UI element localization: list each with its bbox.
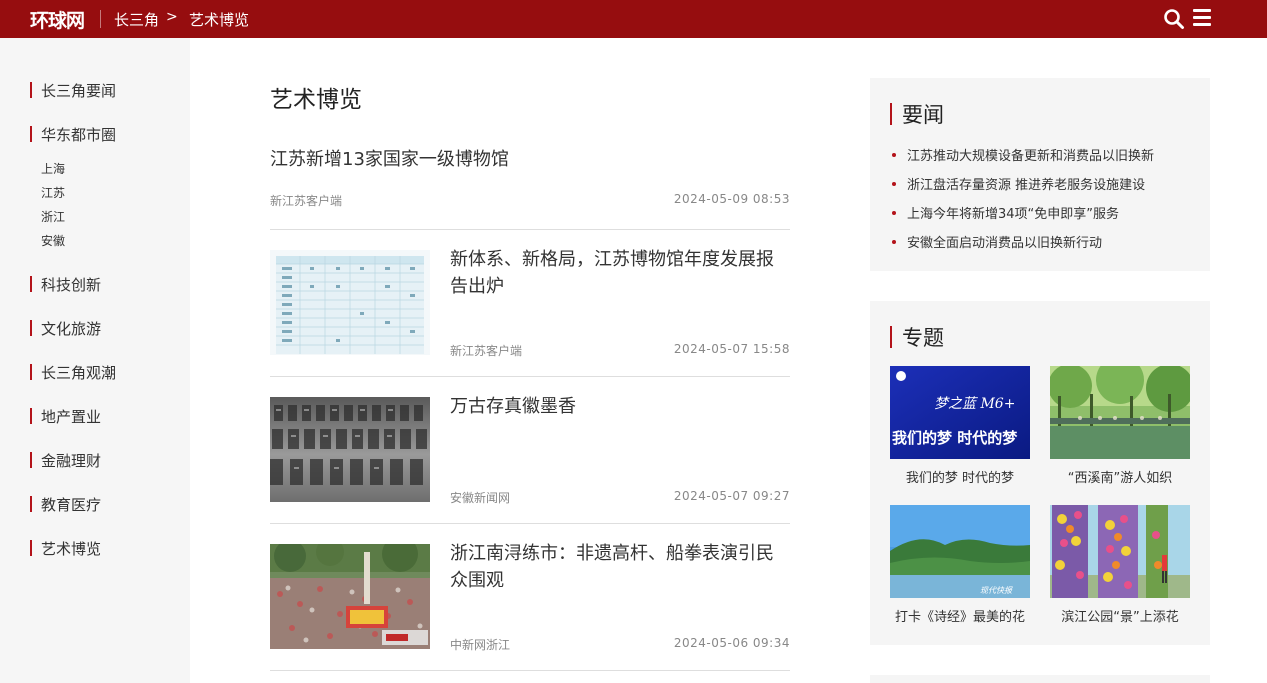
article-title[interactable]: 浙江南浔练市：非遗高杆、船拳表演引民众围观: [450, 540, 790, 594]
divider: [270, 376, 790, 377]
article-thumbnail[interactable]: [270, 250, 430, 355]
article-source: 新江苏客户端: [450, 344, 523, 358]
topic-image-text: 现代快报: [980, 586, 1013, 595]
nav-label: 长三角观潮: [41, 363, 117, 382]
top-news-item[interactable]: 浙江盘活存量资源 推进养老服务设施建设: [892, 174, 1145, 193]
article-date: 2024-05-09 08:53: [673, 192, 790, 206]
logo-divider: [100, 10, 101, 28]
page-title: 艺术博览: [270, 87, 362, 113]
nav-item-dichan[interactable]: 地产置业: [30, 407, 102, 426]
topic-card[interactable]: 梦之蓝 M6+ 我们的梦 时代的梦 我们的梦 时代的梦: [890, 366, 1030, 486]
heading-text: 要闻: [902, 103, 944, 127]
top-news-item[interactable]: 安徽全面启动消费品以旧换新行动: [892, 232, 1102, 251]
article-thumbnail[interactable]: [270, 397, 430, 502]
news-text: 上海今年将新增34项“免申即享”服务: [907, 207, 1120, 222]
topic-caption: 我们的梦 时代的梦: [905, 471, 1015, 486]
topic-image-text: 梦之蓝 M6+: [934, 396, 1015, 412]
divider: [270, 523, 790, 524]
article-title[interactable]: 新体系、新格局，江苏博物馆年度发展报告出炉: [450, 246, 790, 300]
nav-label: 金融理财: [41, 451, 102, 470]
top-news-box: 要闻 江苏推动大规模设备更新和消费品以旧换新 浙江盘活存量资源 推进养老服务设施…: [870, 78, 1210, 271]
article-title[interactable]: 万古存真徽墨香: [450, 393, 790, 420]
nav-item-jiaoyu[interactable]: 教育医疗: [30, 495, 102, 514]
top-bar: 环球网 长三角 > 艺术博览: [0, 0, 1267, 38]
nav-label: 科技创新: [41, 275, 102, 294]
top-news-item[interactable]: 江苏推动大规模设备更新和消费品以旧换新: [892, 145, 1154, 164]
topic-caption: 打卡《诗经》最美的花: [894, 610, 1025, 625]
nav-label: 艺术博览: [41, 539, 102, 558]
breadcrumb-current[interactable]: 艺术博览: [189, 9, 249, 30]
topic-image-text: 我们的梦 时代的梦: [892, 429, 1018, 447]
article-date: 2024-05-06 09:34: [673, 636, 790, 650]
article-source: 中新网浙江: [450, 638, 511, 652]
topic-image: 现代快报: [890, 505, 1030, 598]
news-text: 安徽全面启动消费品以旧换新行动: [907, 236, 1103, 251]
nav-item-keji[interactable]: 科技创新: [30, 275, 102, 294]
topics-heading: 专题: [890, 325, 944, 350]
article-title[interactable]: 江苏新增13家国家一级博物馆: [270, 145, 509, 171]
topic-caption: 滨江公园“景”上添花: [1061, 610, 1179, 625]
topic-card[interactable]: 现代快报 打卡《诗经》最美的花: [890, 505, 1030, 625]
nav-label: 华东都市圈: [41, 125, 117, 144]
nav-sub-zhejiang[interactable]: 浙江: [41, 208, 65, 225]
search-icon[interactable]: [1163, 8, 1185, 30]
nav-item-yaowen[interactable]: 长三角要闻: [30, 81, 117, 100]
top-news-heading: 要闻: [890, 102, 944, 127]
article-date: 2024-05-07 15:58: [673, 342, 790, 356]
top-news-item[interactable]: 上海今年将新增34项“免申即享”服务: [892, 203, 1119, 222]
topic-image: [1050, 366, 1190, 459]
breadcrumb-separator: >: [166, 9, 178, 25]
news-text: 江苏推动大规模设备更新和消费品以旧换新: [907, 149, 1155, 164]
topic-image: 梦之蓝 M6+ 我们的梦 时代的梦: [890, 366, 1030, 459]
next-sidebar-box: [870, 675, 1210, 683]
nav-item-jinrong[interactable]: 金融理财: [30, 451, 102, 470]
site-logo[interactable]: 环球网: [30, 6, 85, 33]
nav-item-yishu[interactable]: 艺术博览: [30, 539, 102, 558]
nav-item-guanchao[interactable]: 长三角观潮: [30, 363, 117, 382]
article-source: 新江苏客户端: [270, 194, 343, 208]
topic-card[interactable]: 滨江公园“景”上添花: [1050, 505, 1190, 625]
article-source: 安徽新闻网: [450, 491, 511, 505]
menu-icon[interactable]: [1193, 9, 1211, 27]
divider: [270, 670, 790, 671]
nav-label: 地产置业: [41, 407, 102, 426]
ink-sticks-image: [270, 397, 430, 502]
heading-text: 专题: [902, 326, 944, 350]
crowd-festival-image: [270, 544, 430, 649]
nav-item-wenlv[interactable]: 文化旅游: [30, 319, 102, 338]
nav-label: 文化旅游: [41, 319, 102, 338]
topic-image: [1050, 505, 1190, 598]
breadcrumb-channel[interactable]: 长三角: [114, 9, 159, 30]
topic-card[interactable]: “西溪南”游人如织: [1050, 366, 1190, 486]
nav-sub-anhui[interactable]: 安徽: [41, 232, 65, 249]
nav-label: 长三角要闻: [41, 81, 117, 100]
article-thumbnail[interactable]: [270, 544, 430, 649]
nav-sub-jiangsu[interactable]: 江苏: [41, 184, 65, 201]
nav-sub-shanghai[interactable]: 上海: [41, 160, 65, 177]
divider: [270, 229, 790, 230]
topic-caption: “西溪南”游人如织: [1067, 471, 1173, 486]
news-text: 浙江盘活存量资源 推进养老服务设施建设: [907, 178, 1146, 193]
topics-box: 专题 梦之蓝 M6+ 我们的梦 时代的梦 我们的梦 时代的梦 “西溪南”游人如织…: [870, 301, 1210, 645]
article-date: 2024-05-07 09:27: [673, 489, 790, 503]
nav-label: 教育医疗: [41, 495, 102, 514]
table-chart-image: [270, 250, 430, 355]
nav-item-dushiquan[interactable]: 华东都市圈: [30, 125, 117, 144]
